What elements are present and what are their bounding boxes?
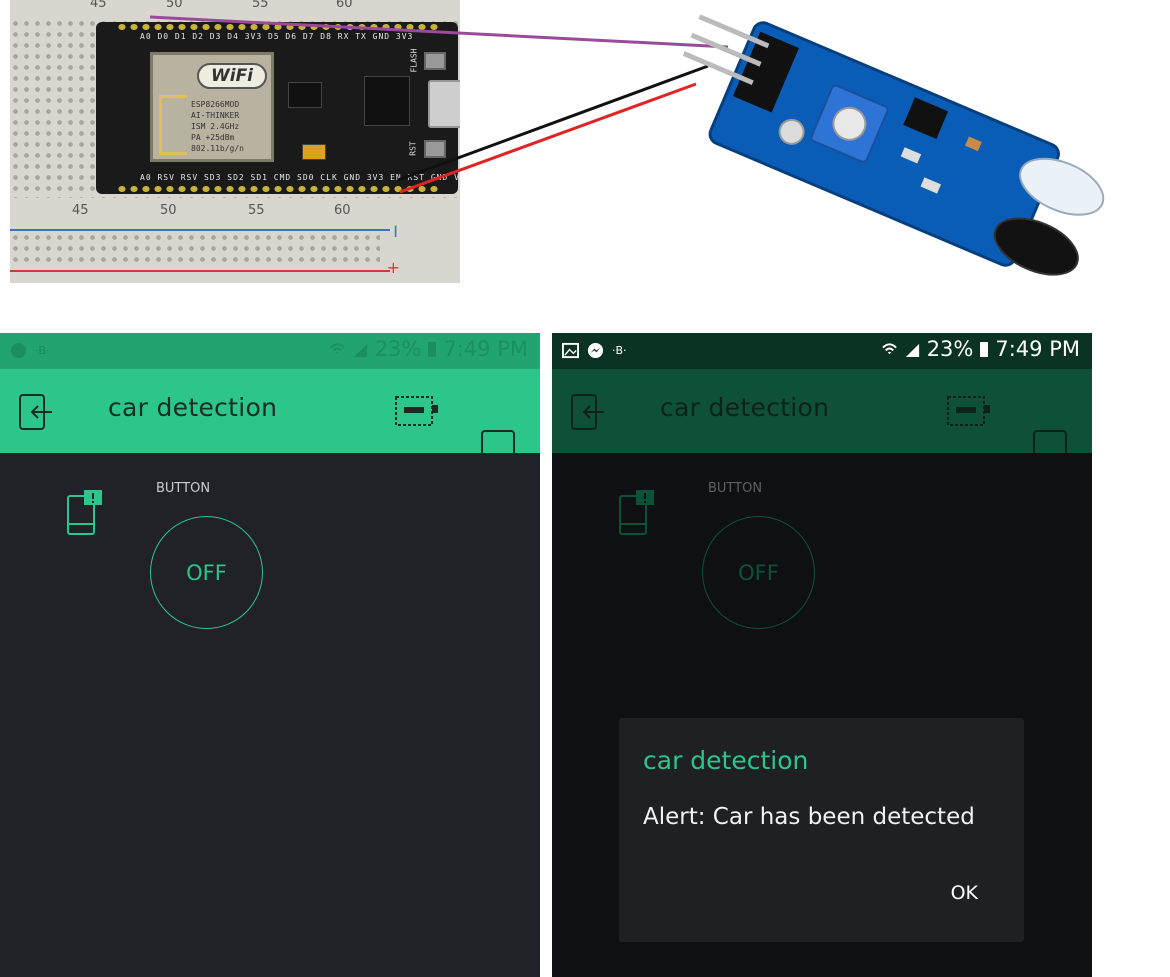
status-right-icons: 23% 7:49 PM bbox=[329, 337, 528, 361]
phone-screenshot-alert: ·B· 23% 7:49 PM car detection BUTTON OFF… bbox=[552, 333, 1092, 977]
dialog-title: car detection bbox=[643, 746, 809, 775]
status-right-icons: 23% 7:49 PM bbox=[881, 337, 1080, 361]
messenger-icon bbox=[587, 342, 604, 359]
cell-signal-icon bbox=[353, 343, 367, 357]
phone-screenshot-idle: ·B· 23% 7:49 PM car detection BUTTON OFF bbox=[0, 333, 540, 977]
status-left-icons: ·B· bbox=[562, 342, 627, 359]
app-title: car detection bbox=[108, 393, 278, 422]
button-widget-toggle[interactable]: OFF bbox=[150, 516, 263, 629]
wifi-icon bbox=[329, 342, 345, 354]
notification-widget-icon[interactable] bbox=[66, 490, 106, 536]
ok-button[interactable]: OK bbox=[951, 882, 978, 904]
status-time: 7:49 PM bbox=[443, 337, 528, 361]
status-bar: ·B· 23% 7:49 PM bbox=[0, 333, 540, 369]
notification-widget-icon bbox=[619, 490, 654, 535]
exit-project-icon[interactable] bbox=[16, 393, 54, 431]
status-indicator: ·B· bbox=[35, 344, 50, 357]
project-canvas: BUTTON OFF car detection Alert: Car has … bbox=[552, 453, 1092, 977]
button-widget-label: BUTTON bbox=[156, 481, 211, 496]
status-indicator: ·B· bbox=[612, 344, 627, 357]
ir-sensor-module bbox=[682, 14, 1105, 276]
app-bar: car detection bbox=[552, 369, 1092, 464]
gallery-icon bbox=[562, 342, 579, 359]
status-indicator-letter: B bbox=[615, 344, 624, 357]
wifi-icon bbox=[881, 342, 897, 354]
project-canvas: BUTTON OFF bbox=[0, 453, 540, 977]
cell-signal-icon bbox=[905, 343, 919, 357]
battery-icon bbox=[428, 342, 437, 357]
status-time: 7:49 PM bbox=[995, 337, 1080, 361]
button-widget-toggle: OFF bbox=[702, 516, 815, 629]
app-bar: car detection bbox=[0, 369, 540, 464]
device-status-icon[interactable] bbox=[946, 395, 990, 427]
exit-project-icon[interactable] bbox=[568, 393, 606, 431]
alert-dialog: car detection Alert: Car has been detect… bbox=[619, 718, 1024, 942]
button-widget-label: BUTTON bbox=[708, 481, 763, 496]
dialog-message: Alert: Car has been detected bbox=[643, 804, 975, 830]
status-bar: ·B· 23% 7:49 PM bbox=[552, 333, 1092, 369]
battery-icon bbox=[980, 342, 989, 357]
messenger-icon bbox=[10, 342, 27, 359]
device-status-icon[interactable] bbox=[394, 395, 438, 427]
status-left-icons: ·B· bbox=[10, 342, 50, 359]
app-title: car detection bbox=[660, 393, 830, 422]
battery-percentage: 23% bbox=[374, 337, 422, 361]
battery-percentage: 23% bbox=[926, 337, 974, 361]
